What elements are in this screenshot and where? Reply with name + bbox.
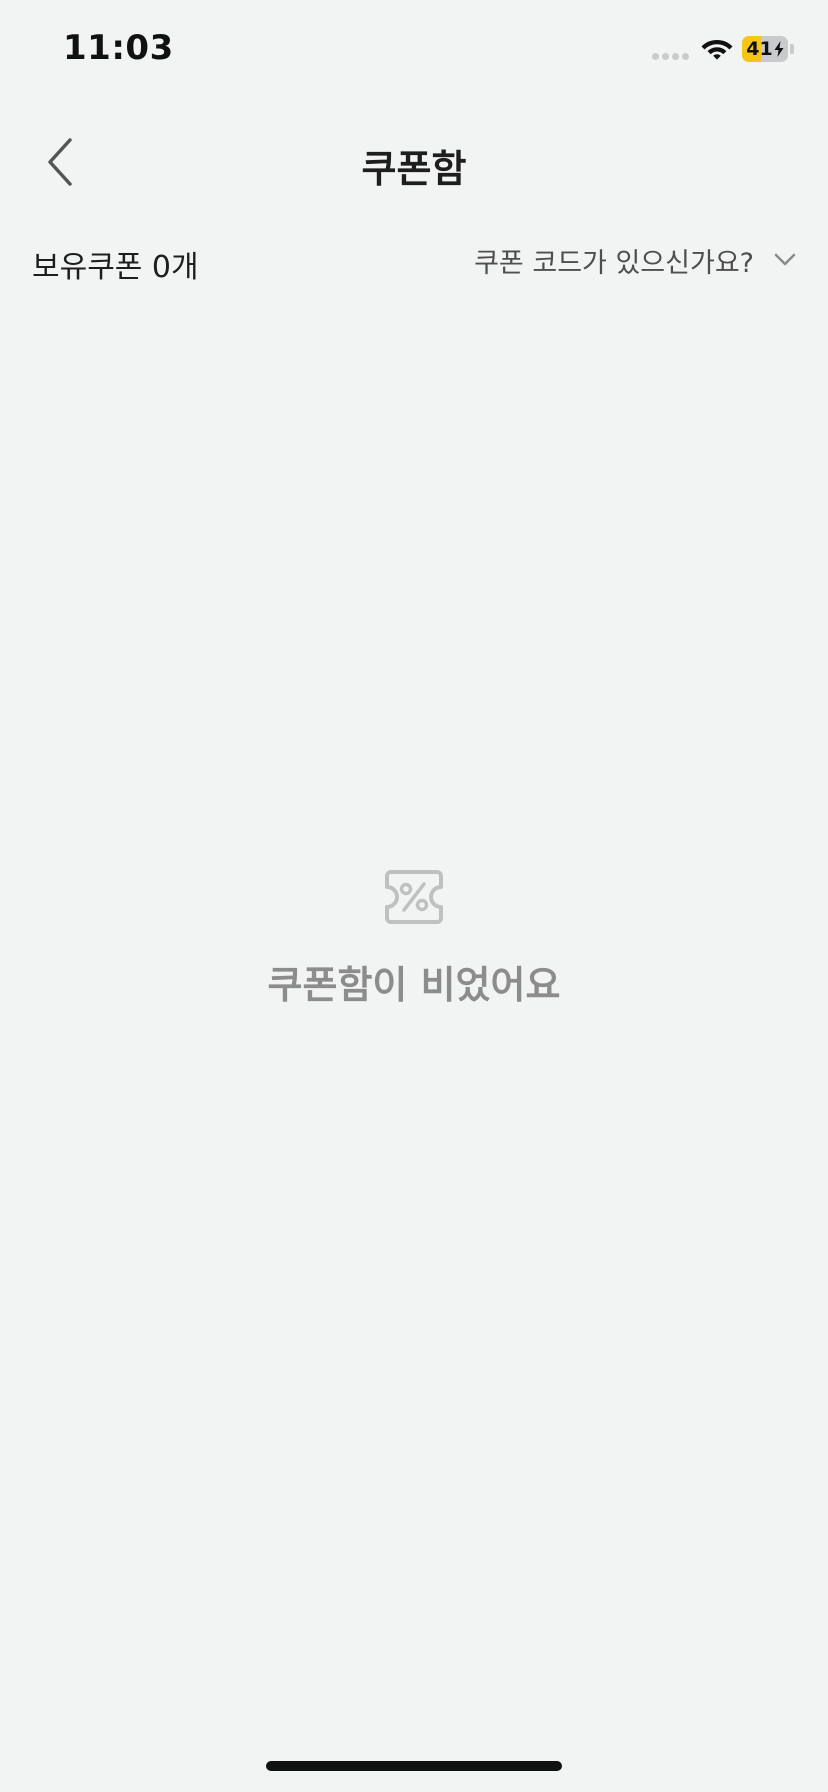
signal-dots-icon	[652, 53, 689, 60]
battery-indicator: 41	[742, 36, 788, 62]
battery-level: 41	[746, 38, 773, 60]
coupon-header-row: 보유쿠폰 0개 쿠폰 코드가 있으신가요?	[0, 232, 828, 288]
nav-bar: 쿠폰함	[0, 120, 828, 204]
coupon-code-toggle[interactable]: 쿠폰 코드가 있으신가요?	[474, 238, 796, 282]
status-time: 11:03	[63, 28, 174, 68]
owned-coupon-count: 보유쿠폰 0개	[32, 250, 199, 285]
chevron-down-icon	[774, 253, 796, 266]
empty-message: 쿠폰함이 비었어요	[267, 963, 561, 1007]
empty-state: 쿠폰함이 비었어요	[0, 868, 828, 1009]
coupon-percent-icon	[385, 870, 443, 924]
charging-bolt-icon	[774, 41, 784, 57]
page-title: 쿠폰함	[361, 147, 467, 191]
coupon-box-screen: 11:03 41 쿠폰함 보유쿠폰 0개 쿠폰 코드가 있으신가요? 쿠폰함이 …	[0, 0, 828, 1792]
coupon-code-prompt: 쿠폰 코드가 있으신가요?	[474, 247, 754, 279]
status-bar: 11:03 41	[0, 0, 828, 100]
battery-cap	[790, 44, 794, 54]
home-indicator[interactable]	[266, 1761, 562, 1771]
wifi-icon	[701, 40, 733, 60]
